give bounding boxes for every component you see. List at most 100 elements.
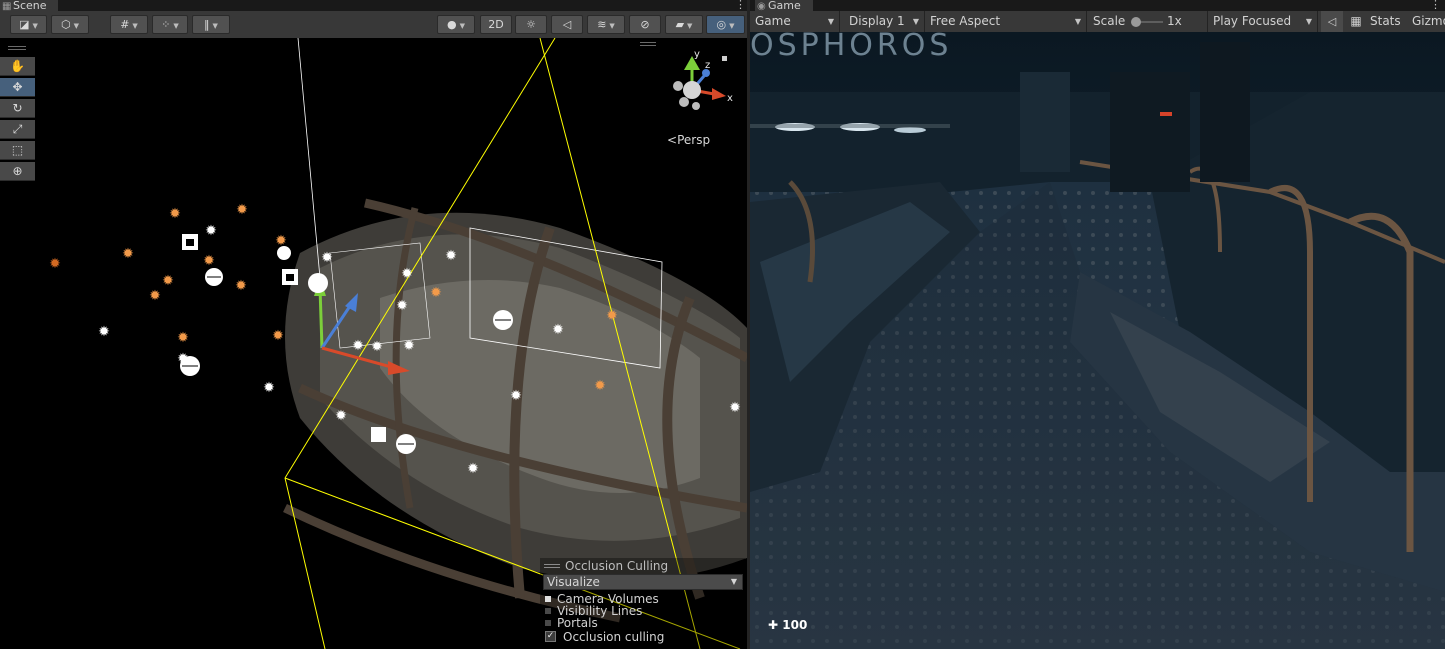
overlay-title: Occlusion Culling: [565, 559, 669, 573]
move-tool[interactable]: ✥: [0, 78, 35, 97]
increment-snap-dropdown[interactable]: ⁘ ▼: [152, 15, 188, 34]
svg-text:✹: ✹: [371, 339, 383, 355]
scale-label: Scale: [1093, 14, 1126, 28]
hand-tool[interactable]: ✋: [0, 57, 35, 76]
portals-toggle[interactable]: [545, 620, 551, 626]
visibility-lines-toggle[interactable]: [545, 608, 551, 614]
grid-snapping-dropdown[interactable]: # ▼: [110, 15, 148, 34]
audio-toggle[interactable]: ◁: [551, 15, 583, 34]
camera-icon: ▰: [675, 18, 685, 31]
perspective-icon: <: [667, 133, 678, 147]
transform-icon: ⊕: [12, 164, 23, 178]
svg-text:✹: ✹: [467, 461, 479, 477]
scale-tool[interactable]: ⤢: [0, 120, 35, 139]
svg-text:✹: ✹: [263, 380, 275, 396]
ruler-dropdown[interactable]: ‖ ▼: [192, 15, 230, 34]
chevron-down-icon: ▼: [730, 577, 737, 586]
projection-toggle[interactable]: <Persp: [667, 133, 710, 147]
scene-menu-icon[interactable]: ⋮: [735, 0, 746, 11]
portals-label: Portals: [557, 616, 598, 630]
svg-text:✹: ✹: [352, 338, 364, 354]
effects-dropdown[interactable]: ≋ ▼: [587, 15, 625, 34]
aspect-select[interactable]: Free Aspect ▼: [925, 11, 1087, 32]
svg-text:✹: ✹: [272, 328, 284, 344]
stats-button[interactable]: Stats: [1370, 11, 1401, 32]
svg-text:✹: ✹: [235, 278, 247, 294]
rect-tool[interactable]: ⬚: [0, 141, 35, 160]
lighting-toggle[interactable]: ☼: [515, 15, 547, 34]
svg-text:✹: ✹: [236, 202, 248, 218]
game-viewport[interactable]: OSPHOROS ✚ 100: [750, 32, 1445, 649]
plus-icon: ✚: [768, 618, 779, 632]
mute-audio-toggle[interactable]: ◁: [1321, 11, 1343, 32]
layers-icon: ≋: [597, 18, 607, 31]
svg-text:✹: ✹: [401, 266, 413, 282]
scene-toolbar: ◪ ▼ ⬡ ▼ # ▼ ⁘ ▼ ‖ ▼ ● ▼ 2D ☼ ◁ ≋ ▼ ⊘ ▰ ▼ ◎ ▼: [0, 11, 747, 39]
occlusion-culling-overlay: Occlusion Culling Visualize ▼ Camera Volu…: [540, 558, 745, 649]
draw-mode-dropdown[interactable]: ◪ ▼: [10, 15, 47, 34]
game-menu-icon[interactable]: ⋮: [1430, 0, 1441, 11]
counter-display: ✚ 100: [768, 618, 807, 632]
checkmark-icon: ✓: [546, 631, 555, 641]
game-render: [750, 32, 1445, 649]
camera-settings-dropdown[interactable]: ▰ ▼: [665, 15, 703, 34]
visualize-dropdown[interactable]: Visualize ▼: [543, 574, 743, 590]
svg-text:✹: ✹: [98, 324, 110, 340]
hand-icon: ✋: [10, 59, 25, 73]
svg-text:✹: ✹: [335, 408, 347, 424]
play-mode-select[interactable]: Play Focused ▼: [1207, 11, 1318, 32]
display-select-value: Display 1: [849, 14, 905, 28]
svg-text:✹: ✹: [445, 248, 457, 264]
scene-camera-dropdown[interactable]: ⬡ ▼: [51, 15, 89, 34]
orientation-gizmo[interactable]: y z x: [660, 48, 745, 128]
scale-slider-handle[interactable]: [1131, 17, 1141, 27]
svg-text:✹: ✹: [149, 288, 161, 304]
view-select[interactable]: Game ▼: [750, 11, 840, 32]
camera-volumes-toggle[interactable]: [545, 596, 551, 602]
scene-tab-strip: [0, 0, 747, 11]
shortcuts-toggle[interactable]: ▦: [1345, 11, 1367, 32]
lightbulb-icon: ☼: [526, 18, 536, 31]
svg-text:✹: ✹: [594, 378, 606, 394]
display-select[interactable]: Display 1 ▼: [844, 11, 925, 32]
overlay-grip[interactable]: [544, 564, 560, 568]
svg-text:✹: ✹: [162, 273, 174, 289]
counter-value: 100: [782, 618, 808, 632]
scene-tab[interactable]: ▦ Scene: [0, 0, 58, 12]
play-mode-value: Play Focused: [1213, 14, 1292, 28]
rotate-icon: ↻: [12, 101, 23, 115]
sphere-icon: ●: [447, 18, 457, 31]
transform-tool[interactable]: ⊕: [0, 162, 35, 181]
gizmos-dropdown[interactable]: ◎ ▼: [706, 15, 745, 34]
svg-text:✹: ✹: [205, 223, 217, 239]
scene-viewport[interactable]: ✹✹✹ ✹✹✹ ✹✹✹ ✹✹✹ ✹✹✹ ✹ ✹✹✹ ✹✹✹ ✹✹✹ ✹✹✹ ✹✹: [0, 38, 747, 649]
game-tab-strip: [750, 0, 1445, 11]
keyboard-icon: ▦: [1350, 14, 1362, 28]
snap-icon: ⁘: [161, 18, 171, 31]
move-icon: ✥: [12, 80, 23, 94]
chevron-down-icon: ▼: [1074, 17, 1081, 26]
svg-text:✹: ✹: [203, 253, 215, 269]
gizmo-grip[interactable]: [640, 42, 656, 46]
rect-icon: ⬚: [11, 143, 24, 157]
scale-icon: ⤢: [12, 122, 23, 136]
game-tab[interactable]: ◉ Game: [755, 0, 813, 12]
grid-snap-icon: #: [120, 18, 130, 31]
occlusion-culling-label: Occlusion culling: [563, 630, 665, 644]
palette-grip[interactable]: [8, 46, 26, 50]
gizmos-button[interactable]: Gizmo: [1408, 11, 1445, 32]
scene-visibility-toggle[interactable]: ⊘: [629, 15, 661, 34]
cube-icon: ⬡: [61, 18, 71, 31]
svg-text:✹: ✹: [321, 250, 333, 266]
occlusion-culling-checkbox[interactable]: ✓: [545, 631, 556, 642]
ruler-icon: ‖: [204, 18, 210, 31]
toggle-2d-button[interactable]: 2D: [480, 15, 512, 34]
aspect-select-value: Free Aspect: [930, 14, 1001, 28]
svg-text:✹: ✹: [396, 298, 408, 314]
chevron-down-icon: ▼: [912, 17, 919, 26]
rotate-tool[interactable]: ↻: [0, 99, 35, 118]
svg-text:✹: ✹: [430, 285, 442, 301]
eye-off-icon: ⊘: [640, 18, 650, 31]
shading-mode-dropdown[interactable]: ● ▼: [437, 15, 475, 34]
svg-text:✹: ✹: [510, 388, 522, 404]
